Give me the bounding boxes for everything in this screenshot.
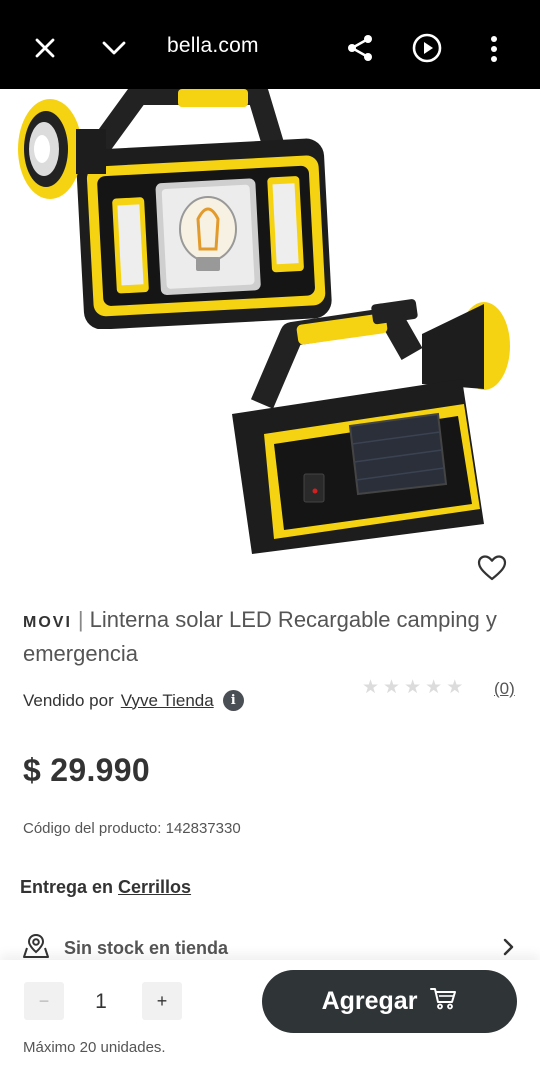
star-icon: ★ xyxy=(404,677,422,698)
cart-icon xyxy=(429,986,457,1017)
url-text[interactable]: bella.com xyxy=(167,34,259,58)
seller-prefix: Vendido por xyxy=(23,690,114,710)
browser-toolbar: bella.com xyxy=(0,0,540,89)
quantity-value[interactable]: 1 xyxy=(85,990,117,1014)
star-icon: ★ xyxy=(425,677,443,698)
close-icon[interactable] xyxy=(32,35,58,61)
store-pin-icon xyxy=(22,933,50,964)
star-icon: ★ xyxy=(446,677,464,698)
info-icon[interactable]: i xyxy=(222,690,244,711)
product-title: MOVI | Linterna solar LED Recargable campi… xyxy=(23,604,523,669)
more-vertical-icon[interactable] xyxy=(484,34,504,64)
heart-icon[interactable] xyxy=(476,552,508,584)
quantity-decrease-button[interactable]: − xyxy=(24,982,64,1020)
title-separator: | xyxy=(77,607,84,632)
product-image-lamp-front xyxy=(18,89,332,329)
product-code: Código del producto: 142837330 xyxy=(23,820,241,837)
delivery-row: Entrega en Cerrillos xyxy=(20,877,191,898)
review-count-link[interactable]: (0) xyxy=(494,679,515,699)
stock-label: Sin stock en tienda xyxy=(64,937,229,958)
quantity-increase-button[interactable]: + xyxy=(142,982,182,1020)
product-name: Linterna solar LED Recargable camping y … xyxy=(23,607,497,666)
chevron-down-icon[interactable] xyxy=(100,36,128,60)
store-stock-row[interactable]: Sin stock en tienda xyxy=(22,933,520,964)
star-icon: ★ xyxy=(362,677,380,698)
add-to-cart-label: Agregar xyxy=(321,987,418,1015)
rating-stars[interactable]: ★ ★ ★ ★ ★ xyxy=(362,678,463,698)
seller-link[interactable]: Vyve Tienda xyxy=(121,691,214,711)
add-to-cart-button[interactable]: Agregar xyxy=(262,970,517,1033)
seller-row: Vendido por Vyve Tienda i xyxy=(23,690,244,711)
max-units-note: Máximo 20 unidades. xyxy=(23,1039,166,1056)
star-icon: ★ xyxy=(383,677,401,698)
delivery-location-link[interactable]: Cerrillos xyxy=(118,877,191,897)
product-image-lamp-back xyxy=(232,299,510,554)
play-icon[interactable] xyxy=(410,31,444,65)
share-icon[interactable] xyxy=(344,32,376,64)
delivery-label: Entrega en xyxy=(20,877,114,897)
chevron-right-icon xyxy=(502,938,514,961)
purchase-bar: − 1 + Agregar Máximo 20 unidades. xyxy=(0,960,540,1092)
product-brand[interactable]: MOVI xyxy=(23,614,72,631)
product-price: $ 29.990 xyxy=(23,752,150,788)
product-image-gallery[interactable] xyxy=(0,89,540,599)
